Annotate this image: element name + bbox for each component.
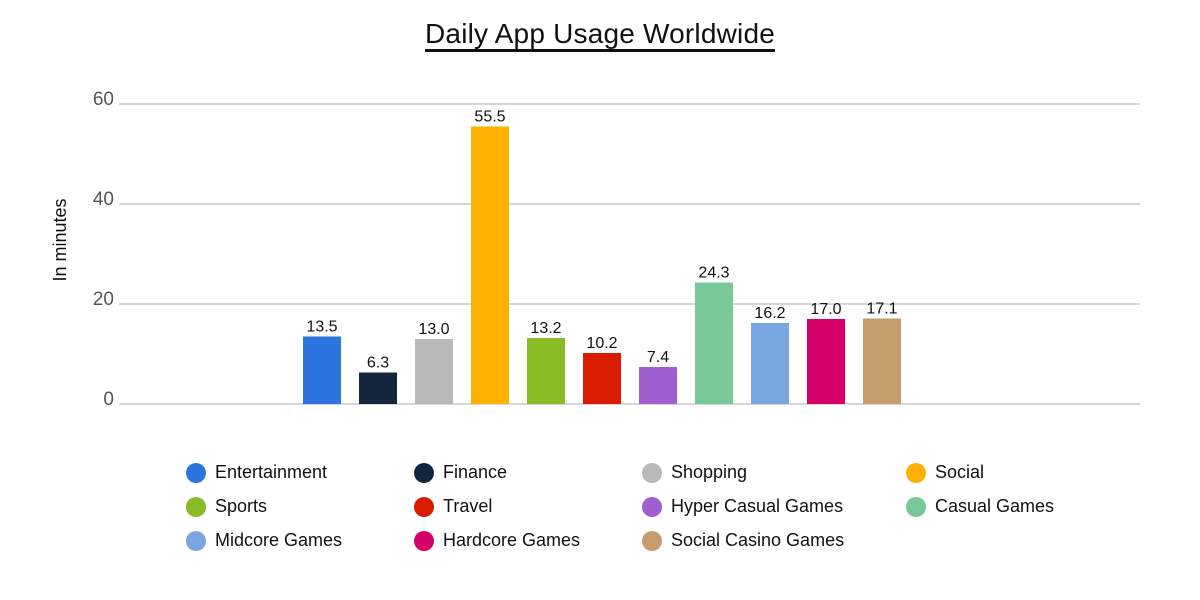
data-label: 13.0	[418, 321, 449, 338]
legend-swatch-icon	[186, 496, 206, 517]
legend-label: Hyper Casual Games	[671, 496, 844, 516]
legend-item-social: Social	[906, 462, 984, 483]
legend-item-sports: Sports	[186, 496, 267, 517]
legend-swatch-icon	[186, 530, 206, 551]
legend-label: Social	[935, 462, 985, 482]
legend-swatch-icon	[906, 462, 926, 483]
bar-casual-games	[695, 282, 733, 404]
legend-item-social-casino-games: Social Casino Games	[642, 530, 844, 551]
y-tick-label: 60	[93, 89, 114, 110]
data-label: 13.2	[530, 320, 561, 337]
legend-item-finance: Finance	[414, 462, 507, 483]
legend-label: Social Casino Games	[671, 530, 845, 550]
legend-label: Finance	[443, 462, 508, 482]
legend-swatch-icon	[642, 462, 662, 483]
legend-swatch-icon	[414, 496, 434, 517]
y-tick-labels: 0 20 40 60	[93, 89, 114, 410]
gridlines	[119, 103, 1140, 405]
data-label: 16.2	[754, 305, 785, 322]
bar-midcore-games	[751, 323, 789, 404]
data-label: 13.5	[306, 319, 337, 336]
bar-sports	[527, 338, 565, 404]
y-tick-label: 0	[103, 389, 114, 410]
data-label: 17.0	[810, 301, 841, 318]
legend-label: Hardcore Games	[443, 530, 581, 550]
data-label: 6.3	[367, 355, 389, 372]
legend-item-casual-games: Casual Games	[906, 496, 1054, 517]
bar-hardcore-games	[807, 319, 845, 404]
y-axis-label: In minutes	[50, 198, 70, 281]
data-label: 7.4	[647, 349, 669, 366]
legend-label: Shopping	[671, 462, 748, 482]
legend-swatch-icon	[642, 496, 662, 517]
bar-entertainment	[303, 336, 341, 404]
legend-swatch-icon	[906, 496, 926, 517]
bars	[303, 126, 901, 404]
bar-social-casino-games	[863, 318, 901, 404]
data-label: 10.2	[586, 335, 617, 352]
data-label: 24.3	[698, 265, 729, 282]
legend-swatch-icon	[186, 462, 206, 483]
data-label: 17.1	[866, 301, 897, 318]
legend-swatch-icon	[414, 462, 434, 483]
bar-social	[471, 126, 509, 404]
data-label: 55.5	[474, 109, 505, 126]
legend-swatch-icon	[414, 530, 434, 551]
legend-item-shopping: Shopping	[642, 462, 747, 483]
legend-label: Midcore Games	[215, 530, 343, 550]
bar-finance	[359, 372, 397, 404]
plot-area: 0 20 40 60 In minutes 13.5 6.3 13.0 55.5 13.2 10…	[50, 89, 1140, 410]
legend-label: Casual Games	[935, 496, 1055, 516]
legend-item-midcore-games: Midcore Games	[186, 530, 342, 551]
legend-item-hyper-casual-games: Hyper Casual Games	[642, 496, 843, 517]
legend-label: Entertainment	[215, 462, 328, 482]
bar-travel	[583, 353, 621, 404]
y-tick-label: 40	[93, 189, 114, 210]
legend-swatch-icon	[642, 530, 662, 551]
bar-hyper-casual-games	[639, 367, 677, 404]
legend-item-travel: Travel	[414, 496, 492, 517]
legend-label: Sports	[215, 496, 268, 516]
bar-shopping	[415, 339, 453, 404]
legend-item-hardcore-games: Hardcore Games	[414, 530, 580, 551]
legend-label: Travel	[443, 496, 493, 516]
y-tick-label: 20	[93, 289, 114, 310]
legend-item-entertainment: Entertainment	[186, 462, 327, 483]
